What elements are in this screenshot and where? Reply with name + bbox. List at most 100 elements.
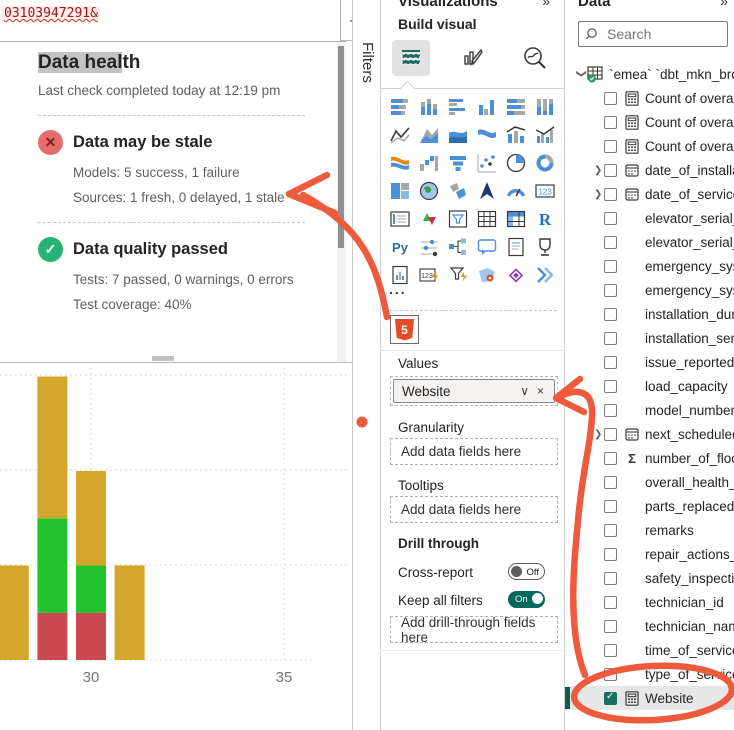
field-row-safety-inspectio[interactable]: safety_inspectio... [565, 566, 734, 590]
visual-type-funnel-chart-icon[interactable] [447, 152, 469, 174]
field-checkbox[interactable] [604, 260, 617, 273]
field-checkbox[interactable] [604, 452, 617, 465]
visual-type-map-icon[interactable] [418, 180, 440, 202]
field-checkbox[interactable] [604, 620, 617, 633]
field-row-count-of-overal[interactable]: Count of overal... [565, 110, 734, 134]
visual-type-power-apps-icon[interactable]: 123 [418, 264, 440, 286]
chevron-down-icon[interactable]: ❯ [576, 69, 587, 79]
field-row-issue-reported[interactable]: issue_reported [565, 350, 734, 374]
search-input[interactable] [605, 25, 709, 43]
field-row-installation-serv[interactable]: installation_serv... [565, 326, 734, 350]
field-checkbox[interactable] [604, 668, 617, 681]
field-checkbox[interactable] [604, 284, 617, 297]
visual-type-decomposition-tree-icon[interactable] [447, 236, 469, 258]
field-row-overall-health-c[interactable]: overall_health_c... [565, 470, 734, 494]
field-row-number-of-floo[interactable]: Σnumber_of_floo... [565, 446, 734, 470]
visual-type-line-stacked-column-chart-icon[interactable] [505, 124, 527, 146]
field-row-date-of-installa[interactable]: ❯date_of_installa... [565, 158, 734, 182]
field-row-remarks[interactable]: remarks [565, 518, 734, 542]
field-row-load-capacity[interactable]: load_capacity [565, 374, 734, 398]
field-checkbox[interactable] [604, 524, 617, 537]
field-row-next-scheduled[interactable]: ❯next_scheduled... [565, 422, 734, 446]
visual-type-metrics-icon[interactable] [534, 236, 556, 258]
visual-type-scatter-chart-icon[interactable] [476, 152, 498, 174]
chevron-down-icon[interactable]: ∨ [516, 384, 533, 398]
visual-type-power-automate-flow-icon[interactable] [534, 264, 556, 286]
keep-all-filters-toggle[interactable]: On [508, 591, 545, 608]
visual-type-line-chart-icon[interactable] [389, 124, 411, 146]
field-row-emergency-syst[interactable]: emergency_syst... [565, 254, 734, 278]
field-row-elevator-serial[interactable]: elevator_serial_... [565, 230, 734, 254]
visual-type-card-icon[interactable]: 123 [534, 180, 556, 202]
field-checkbox[interactable] [604, 188, 617, 201]
field-checkbox[interactable] [604, 596, 617, 609]
field-row-date-of-service[interactable]: ❯date_of_service [565, 182, 734, 206]
visual-type-stacked-bar-chart-icon[interactable] [389, 96, 411, 118]
field-checkbox[interactable] [604, 164, 617, 177]
field-checkbox[interactable] [604, 380, 617, 393]
visual-type-ribbon-band-chart-icon[interactable] [476, 124, 498, 146]
field-checkbox[interactable] [604, 692, 617, 705]
visual-type-area-chart-icon[interactable] [418, 124, 440, 146]
visual-type-qa-visual-icon[interactable] [476, 236, 498, 258]
visual-type-stacked-column-chart-icon[interactable] [418, 96, 440, 118]
visual-type-filled-map-icon[interactable] [447, 180, 469, 202]
visual-type-custom-visual-icon[interactable] [505, 264, 527, 286]
data-table-root[interactable]: ❯ `emea` `dbt_mkn_bron... [565, 62, 734, 86]
field-checkbox[interactable] [604, 332, 617, 345]
field-checkbox[interactable] [604, 140, 617, 153]
tooltips-field-well[interactable]: Add data fields here [390, 496, 558, 523]
visual-type-pct-stacked-column-chart-icon[interactable] [534, 96, 556, 118]
visual-type-gauge-icon[interactable] [505, 180, 527, 202]
collapse-visualizations-icon[interactable]: » [542, 0, 550, 9]
visual-type-kpi-icon[interactable] [418, 208, 440, 230]
visual-type-treemap-icon[interactable] [389, 180, 411, 202]
visual-type-line-clustered-column-chart-icon[interactable] [534, 124, 556, 146]
get-more-visuals-button[interactable]: ... [389, 281, 407, 297]
chevron-right-icon[interactable]: ❯ [594, 189, 604, 200]
field-row-elevator-serial[interactable]: elevator_serial_... [565, 206, 734, 230]
field-checkbox[interactable] [604, 92, 617, 105]
remove-field-icon[interactable]: × [533, 384, 548, 398]
tab-build-visual[interactable] [392, 40, 430, 76]
field-row-parts-replaced[interactable]: parts_replaced [565, 494, 734, 518]
visual-type-azure-map-icon[interactable] [476, 180, 498, 202]
visual-type-table-icon[interactable] [476, 208, 498, 230]
chevron-right-icon[interactable]: ❯ [594, 429, 604, 440]
collapse-data-icon[interactable]: » [720, 0, 728, 9]
field-row-count-of-overal[interactable]: Count of overal... [565, 134, 734, 158]
visual-type-waterfall-chart-icon[interactable] [418, 152, 440, 174]
tab-analytics[interactable] [516, 40, 554, 76]
field-checkbox[interactable] [604, 212, 617, 225]
visual-type-arcgis-map-icon[interactable] [476, 264, 498, 286]
tab-format-visual[interactable] [454, 40, 492, 76]
html-custom-visual-selected[interactable]: 5 [390, 315, 419, 344]
field-checkbox[interactable] [604, 236, 617, 249]
field-checkbox[interactable] [604, 356, 617, 369]
field-checkbox[interactable] [604, 644, 617, 657]
field-row-time-of-service[interactable]: time_of_service [565, 638, 734, 662]
data-search-box[interactable] [578, 21, 728, 47]
visual-type-matrix-icon[interactable] [505, 208, 527, 230]
field-checkbox[interactable] [604, 548, 617, 561]
visual-type-clustered-column-chart-icon[interactable] [476, 96, 498, 118]
values-field-pill[interactable]: Website ∨ × [393, 379, 555, 403]
visual-type-pct-stacked-bar-chart-icon[interactable] [505, 96, 527, 118]
field-checkbox[interactable] [604, 500, 617, 513]
field-row-type-of-service[interactable]: type_of_service [565, 662, 734, 686]
field-checkbox[interactable] [604, 308, 617, 321]
field-row-emergency-syst[interactable]: emergency_syst... [565, 278, 734, 302]
visual-type-ribbon-chart-icon[interactable] [389, 152, 411, 174]
drill-through-field-well[interactable]: Add drill-through fields here [390, 616, 558, 643]
field-checkbox[interactable] [604, 572, 617, 585]
visual-type-power-automate-icon[interactable] [447, 264, 469, 286]
visual-type-multi-row-card-icon[interactable] [389, 208, 411, 230]
field-checkbox[interactable] [604, 404, 617, 417]
visual-type-slicer-icon[interactable] [447, 208, 469, 230]
values-field-well[interactable]: Website ∨ × [390, 376, 558, 406]
field-row-repair-actions-t[interactable]: repair_actions_t... [565, 542, 734, 566]
field-row-technician-id[interactable]: technician_id [565, 590, 734, 614]
card-hscrollbar-thumb[interactable] [152, 356, 174, 361]
field-checkbox[interactable] [604, 428, 617, 441]
cross-report-toggle[interactable]: Off [508, 563, 545, 580]
